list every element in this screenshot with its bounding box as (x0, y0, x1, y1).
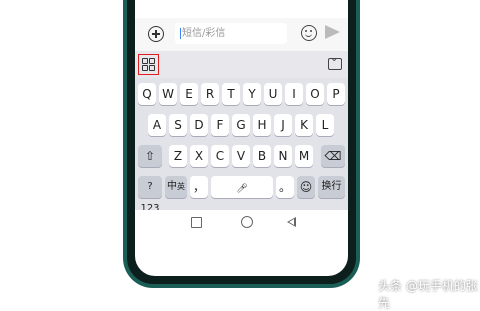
key-t[interactable]: T (222, 83, 240, 105)
space-key[interactable]: 🎤︎ (211, 176, 273, 198)
phone-bezel: 短信/彩信 Q W E R T Y (127, 0, 356, 284)
microphone-icon: 🎤︎ (236, 184, 248, 194)
shift-arrow-icon: ⇧ (144, 149, 156, 163)
language-key[interactable]: 中英 (165, 176, 187, 198)
key-h[interactable]: H (253, 114, 271, 136)
keyboard-hide-icon[interactable] (328, 53, 342, 70)
key-u[interactable]: U (264, 83, 282, 105)
text-caret (180, 27, 181, 39)
key-p[interactable]: P (327, 83, 345, 105)
keyboard-toolbar (135, 51, 348, 78)
key-r[interactable]: R (201, 83, 219, 105)
key-a[interactable]: A (148, 114, 166, 136)
key-b[interactable]: B (253, 145, 271, 167)
key-f[interactable]: F (211, 114, 229, 136)
comma-key[interactable]: ， (190, 176, 208, 198)
key-l[interactable]: L (316, 114, 334, 136)
key-k[interactable]: K (295, 114, 313, 136)
send-arrow-icon[interactable] (325, 25, 340, 39)
language-sub-label: 英 (177, 182, 185, 191)
key-o[interactable]: O (306, 83, 324, 105)
key-y[interactable]: Y (243, 83, 261, 105)
key-e[interactable]: E (180, 83, 198, 105)
key-g[interactable]: G (232, 114, 250, 136)
home-icon[interactable] (241, 216, 253, 228)
backspace-key[interactable]: ⌫ (321, 145, 345, 167)
key-w[interactable]: W (159, 83, 177, 105)
key-q[interactable]: Q (138, 83, 156, 105)
emoji-key[interactable]: ☺ (297, 176, 315, 198)
recents-icon[interactable] (191, 217, 202, 228)
navigation-bar (135, 210, 348, 236)
plus-circle-icon[interactable] (148, 26, 164, 42)
language-label: 中 (167, 181, 177, 192)
compose-bar: 短信/彩信 (135, 18, 348, 51)
key-x[interactable]: X (190, 145, 208, 167)
key-n[interactable]: N (274, 145, 292, 167)
key-s[interactable]: S (169, 114, 187, 136)
key-j[interactable]: J (274, 114, 292, 136)
emoji-face-icon: ☺ (299, 180, 313, 194)
enter-key[interactable]: 换行 (318, 176, 345, 198)
key-v[interactable]: V (232, 145, 250, 167)
back-icon[interactable] (287, 217, 296, 227)
key-i[interactable]: I (285, 83, 303, 105)
key-d[interactable]: D (190, 114, 208, 136)
grid-apps-icon[interactable] (138, 54, 159, 75)
shift-key[interactable]: ⇧ (138, 145, 162, 167)
keyboard: Q W E R T Y U I O P A S D F G H J K L ⇧ … (135, 78, 348, 214)
backspace-icon: ⌫ (324, 149, 342, 163)
period-key[interactable]: 。 (276, 176, 294, 198)
phone-screen: 短信/彩信 Q W E R T Y (135, 0, 348, 276)
phone-frame: 短信/彩信 Q W E R T Y (123, 0, 360, 288)
key-m[interactable]: M (295, 145, 313, 167)
watermark: 头条 @玩手机的张先 (378, 279, 478, 310)
numbers-key[interactable]: ?123 (138, 176, 162, 214)
key-c[interactable]: C (211, 145, 229, 167)
message-placeholder: 短信/彩信 (182, 28, 226, 39)
key-z[interactable]: Z (169, 145, 187, 167)
message-input[interactable]: 短信/彩信 (175, 23, 287, 44)
smiley-icon[interactable] (301, 25, 317, 41)
